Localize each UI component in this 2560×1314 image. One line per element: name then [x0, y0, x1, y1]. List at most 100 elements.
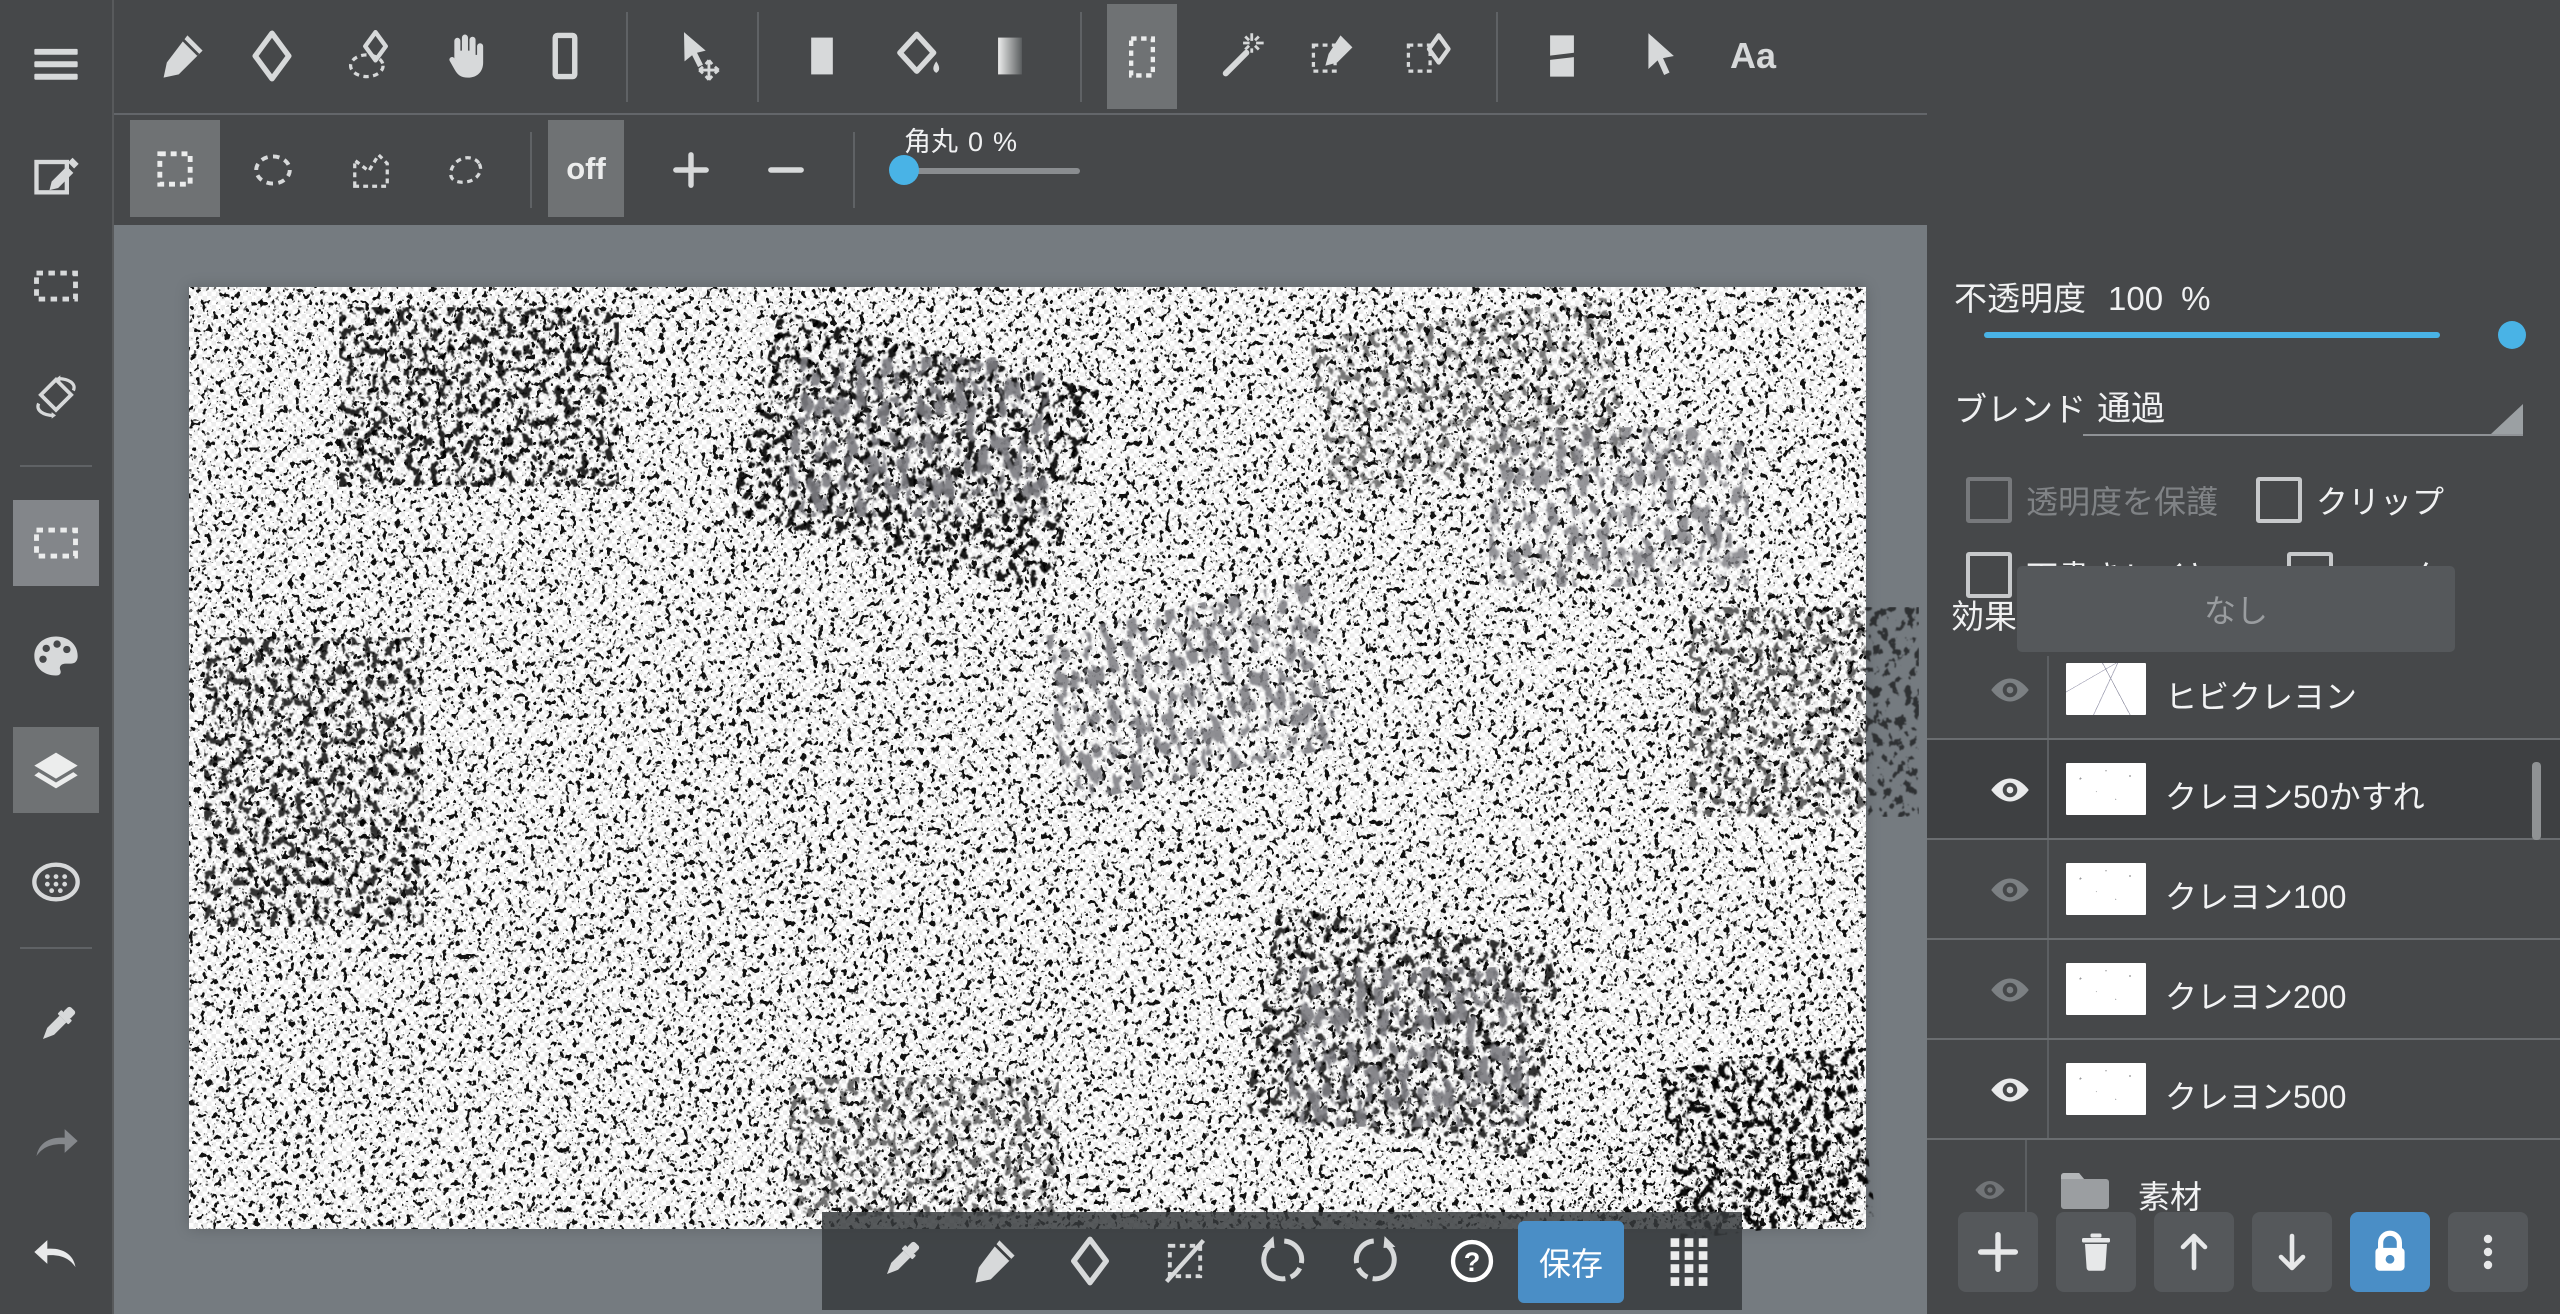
select-shape-lasso[interactable] — [439, 144, 491, 196]
visibility-toggle-eye-icon[interactable] — [1985, 1065, 2035, 1115]
corner-radius-slider[interactable] — [902, 168, 1080, 174]
help-icon: ? — [1446, 1235, 1498, 1287]
checkbox-box[interactable] — [1966, 477, 2012, 523]
menu-button[interactable] — [30, 38, 82, 90]
tool-transform-move[interactable] — [671, 30, 723, 82]
sidebar-item-palette[interactable] — [30, 630, 82, 682]
canvas-speckle-cluster — [789, 1077, 1059, 1217]
layer-thumbnail — [2066, 1063, 2146, 1115]
svg-text:?: ? — [1464, 1246, 1481, 1277]
sidebar-item-select-tool-active[interactable] — [13, 500, 99, 586]
checkbox-box[interactable] — [2256, 477, 2302, 523]
sidebar-item-layers-active[interactable] — [13, 727, 99, 813]
quick-eraser-button[interactable] — [1064, 1235, 1116, 1287]
sidebar-item-eyedropper[interactable] — [30, 1000, 82, 1052]
drawing-canvas[interactable] — [189, 287, 1866, 1229]
select-shape-rectangle-active[interactable] — [130, 120, 220, 217]
visibility-toggle-eye-icon[interactable] — [1985, 965, 2035, 1015]
layer-row-divider — [2047, 840, 2049, 938]
rotate-cw-icon — [1351, 1235, 1403, 1287]
tool-eraser[interactable] — [246, 30, 298, 82]
layer-row[interactable]: クレヨン200 — [1927, 940, 2560, 1040]
layer-name: クレヨン100 — [2165, 872, 2346, 918]
opacity-slider-thumb[interactable] — [2498, 321, 2526, 349]
canvas-smudge — [1289, 967, 1529, 1127]
tool-cursor[interactable] — [1630, 30, 1682, 82]
dropdown-caret-icon[interactable] — [2491, 404, 2523, 434]
deselect-button[interactable] — [1159, 1235, 1211, 1287]
more-options-button[interactable] — [2448, 1212, 2528, 1292]
zoom-out-button[interactable] — [760, 144, 812, 196]
tool-select-pen[interactable] — [1308, 30, 1360, 82]
layer-row[interactable]: クレヨン500 — [1927, 1040, 2560, 1140]
visibility-toggle-eye-icon[interactable] — [1985, 665, 2035, 715]
antialias-off-button[interactable]: off — [548, 120, 624, 217]
checkbox-protect-alpha[interactable]: 透明度を保護 — [1966, 477, 2218, 523]
tool-lasso-eraser[interactable] — [343, 30, 395, 82]
workspace: ? 保存 — [114, 225, 1927, 1314]
folder-icon — [2057, 1164, 2113, 1212]
hamburger-icon — [30, 38, 82, 90]
help-button[interactable]: ? — [1446, 1235, 1498, 1287]
rotate-right-button[interactable] — [1351, 1235, 1403, 1287]
tool-hand[interactable] — [437, 30, 489, 82]
tool-select-marquee-active[interactable] — [1107, 4, 1177, 109]
layer-list-scrollbar[interactable] — [2532, 762, 2541, 840]
sidebar-item-select[interactable] — [30, 260, 82, 312]
quick-eyedropper-button[interactable] — [874, 1235, 926, 1287]
tool-select-eraser[interactable] — [1403, 30, 1455, 82]
visibility-toggle-eye-icon[interactable] — [1985, 765, 2035, 815]
palette-icon — [30, 630, 82, 682]
material-dots-icon — [30, 856, 82, 908]
blend-select[interactable]: 通過 — [2097, 381, 2165, 430]
toolbar-row-separator — [114, 113, 1927, 115]
tool-magic-wand[interactable] — [1216, 30, 1268, 82]
layer-row-divider — [2047, 740, 2049, 838]
tool-bucket[interactable] — [894, 30, 946, 82]
delete-layer-button[interactable] — [2056, 1212, 2136, 1292]
tool-shape-fill[interactable] — [796, 30, 848, 82]
lock-layer-button-active[interactable] — [2350, 1212, 2430, 1292]
layer-row[interactable]: ヒビクレヨン — [1927, 656, 2560, 740]
layers-icon — [30, 744, 82, 796]
layer-list: ヒビクレヨン クレヨン50かすれ クレヨン100 クレヨン200 — [1927, 656, 2560, 1212]
opacity-slider[interactable] — [1984, 332, 2440, 338]
save-button[interactable]: 保存 — [1518, 1221, 1624, 1303]
tool-pen[interactable] — [156, 30, 208, 82]
canvas-smudge — [789, 357, 1049, 517]
zoom-in-button[interactable] — [665, 144, 717, 196]
effect-label: 効果 — [1951, 590, 2017, 638]
add-layer-button[interactable] — [1958, 1212, 2038, 1292]
grid-menu-button[interactable] — [1663, 1235, 1715, 1287]
tool-frame[interactable] — [539, 30, 591, 82]
sidebar-item-material[interactable] — [30, 856, 82, 908]
layer-thumbnail — [2066, 863, 2146, 915]
select-shape-ellipse[interactable] — [247, 144, 299, 196]
move-layer-up-button[interactable] — [2154, 1212, 2234, 1292]
move-layer-down-button[interactable] — [2252, 1212, 2332, 1292]
sidebar-divider — [20, 947, 92, 949]
checkbox-clip[interactable]: クリップ — [2256, 477, 2444, 523]
layer-thumbnail — [2066, 963, 2146, 1015]
undo-button[interactable] — [30, 1226, 82, 1278]
effect-select-button[interactable]: なし — [2017, 566, 2455, 652]
quick-pen-button[interactable] — [968, 1235, 1020, 1287]
redo-button[interactable] — [30, 1115, 82, 1167]
tool-text[interactable]: Aa — [1727, 30, 1779, 82]
layer-thumbnail — [2066, 763, 2146, 815]
tool-gradient[interactable] — [984, 30, 1036, 82]
corner-radius-slider-thumb[interactable] — [889, 155, 919, 185]
arrow-up-icon — [2170, 1228, 2218, 1276]
sidebar-item-transform[interactable] — [30, 371, 82, 423]
eyedropper-icon — [30, 1000, 82, 1052]
layer-row[interactable]: 素材 — [1927, 1140, 2560, 1212]
layer-row[interactable]: クレヨン50かすれ — [1927, 740, 2560, 840]
visibility-toggle-eye-icon[interactable] — [1985, 865, 2035, 915]
tool-divide-frame[interactable] — [1536, 30, 1588, 82]
layer-row[interactable]: クレヨン100 — [1927, 840, 2560, 940]
sidebar-item-new-edit[interactable] — [30, 149, 82, 201]
visibility-toggle-eye-icon[interactable] — [1971, 1171, 2010, 1210]
select-shape-polygon[interactable] — [345, 144, 397, 196]
canvas-smudge — [1489, 427, 1749, 587]
rotate-left-button[interactable] — [1255, 1235, 1307, 1287]
